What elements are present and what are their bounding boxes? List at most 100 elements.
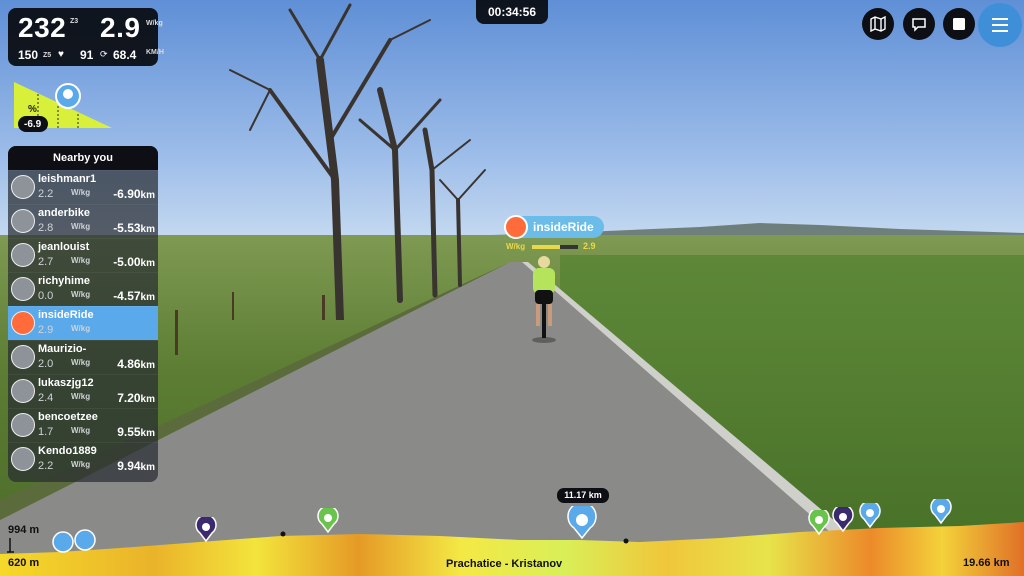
rider-wkg-unit: W/kg: [71, 392, 91, 401]
avatar: [11, 311, 35, 335]
rider-distance: 4.86km: [117, 357, 155, 371]
nearby-panel: Nearby you leishmanr1 2.2 W/kg -6.90km ander…: [8, 146, 158, 482]
nearby-row[interactable]: bencoetzee 1.7 W/kg 9.55km: [8, 408, 158, 442]
rider-wkg: 2.7: [38, 256, 54, 268]
current-rider-pin: [567, 506, 597, 540]
avatar: [11, 447, 35, 471]
avatar: [11, 413, 35, 437]
rider-distance: -4.57km: [113, 289, 155, 303]
rider-pin-green-2[interactable]: [808, 510, 830, 536]
rider-distance: 9.94km: [117, 459, 155, 473]
nearby-row[interactable]: lukaszjg12 2.4 W/kg 7.20km: [8, 374, 158, 408]
avatar: [11, 209, 35, 233]
trees: [229, 3, 486, 320]
rider-wkg-unit: W/kg: [71, 460, 91, 469]
rider-wkg: 2.2: [38, 188, 54, 200]
rider-wkg: 2.0: [38, 358, 54, 370]
rider-pin-green[interactable]: [317, 508, 339, 534]
nearby-row[interactable]: insideRide 2.9 W/kg: [8, 306, 158, 340]
hr-zone: Z5: [43, 52, 52, 59]
nearby-row[interactable]: richyhime 0.0 W/kg -4.57km: [8, 272, 158, 306]
rider-avatar: [504, 215, 528, 239]
max-elevation: 994 m: [8, 524, 40, 536]
nearby-title: Nearby you: [8, 146, 158, 170]
avatar: [11, 243, 35, 267]
speed-unit: KM/H: [146, 49, 164, 56]
rider-name: jeanlouist: [38, 241, 90, 253]
route-total-distance: 19.66 km: [963, 557, 1010, 569]
nearby-row[interactable]: leishmanr1 2.2 W/kg -6.90km: [8, 170, 158, 204]
rider-wkg: 2.9: [38, 324, 54, 336]
rider-name: richyhime: [38, 275, 90, 287]
current-distance: 11.17 km: [557, 488, 609, 503]
route-name: Prachatice - Kristanov: [446, 558, 563, 570]
rider-name: Maurizio-: [38, 343, 87, 355]
wkg-unit: W/kg: [146, 20, 163, 27]
min-elevation: 620 m: [8, 557, 40, 569]
cadence-value: 91: [80, 48, 94, 62]
rider-wkg-unit: W/kg: [71, 256, 91, 265]
rider-wkg: 0.0: [38, 290, 54, 302]
rider-wkg-unit: W/kg: [71, 426, 91, 435]
menu-button[interactable]: [978, 3, 1022, 47]
rider-name: bencoetzee: [38, 411, 98, 423]
rider-distance: -5.53km: [113, 221, 155, 235]
rider-pin-blue-2[interactable]: [930, 499, 952, 525]
rider-distance: 7.20km: [117, 391, 155, 405]
rider-wkg-unit: W/kg: [71, 188, 91, 197]
rider-tag: insideRide: [504, 215, 604, 239]
power-value: 232: [18, 12, 67, 43]
menu-icon: [992, 18, 1008, 32]
nearby-row[interactable]: Maurizio- 2.0 W/kg 4.86km: [8, 340, 158, 374]
power-zone: Z3: [70, 18, 79, 25]
wkg-value: 2.9: [100, 12, 141, 43]
rider-name: anderbike: [38, 207, 90, 219]
chat-button[interactable]: [903, 8, 935, 40]
ride-timer: 00:34:56: [476, 0, 548, 24]
rider-tag-name: insideRide: [533, 220, 594, 234]
cadence-icon: ⟳: [100, 49, 108, 59]
rider-pin-purple[interactable]: [195, 517, 217, 543]
rider-name: lukaszjg12: [38, 377, 94, 389]
rider-wkg: 2.8: [38, 222, 54, 234]
stats-panel: 232 Z3 2.9 W/kg 150 Z5 ♥ 91 ⟳ 68.4 KM/H: [8, 8, 164, 66]
stop-button[interactable]: [943, 8, 975, 40]
rider-tag-wkg-label: W/kg: [506, 242, 526, 251]
rider-distance: -6.90km: [113, 187, 155, 201]
avatar: [11, 277, 35, 301]
rider-wkg-unit: W/kg: [71, 358, 91, 367]
rider-wkg: 2.2: [38, 460, 54, 472]
rider-distance: -5.00km: [113, 255, 155, 269]
rider-wkg: 2.4: [38, 392, 54, 404]
rider-name: Kendo1889: [38, 445, 97, 457]
heart-rate-value: 150: [18, 48, 39, 62]
chat-icon: [912, 18, 926, 32]
map-icon: [870, 16, 886, 32]
gradient-value: -6.9: [24, 119, 42, 130]
avatar: [11, 379, 35, 403]
rider-wkg: 1.7: [38, 426, 54, 438]
avatar: [11, 175, 35, 199]
rider-distance: 9.55km: [117, 425, 155, 439]
rider-wkg-unit: W/kg: [71, 324, 91, 333]
rider-wkg-unit: W/kg: [71, 290, 91, 299]
rider-pin-blue[interactable]: [859, 503, 881, 529]
nearby-row[interactable]: jeanlouist 2.7 W/kg -5.00km: [8, 238, 158, 272]
rider-pin-icon: [74, 529, 96, 551]
rider-pin-icon: [52, 531, 74, 553]
rider-wkg-unit: W/kg: [71, 222, 91, 231]
rider-name: leishmanr1: [38, 173, 97, 185]
rider-pin-purple-2[interactable]: [832, 507, 854, 533]
speed-value: 68.4: [113, 48, 137, 62]
nearby-row[interactable]: anderbike 2.8 W/kg -5.53km: [8, 204, 158, 238]
nearby-row[interactable]: Kendo1889 2.2 W/kg 9.94km: [8, 442, 158, 476]
profile-rider-pins: [52, 529, 96, 553]
map-button[interactable]: [862, 8, 894, 40]
rider-name: insideRide: [38, 309, 94, 321]
gradient-percent-symbol: %: [28, 104, 37, 115]
heart-icon: ♥: [58, 49, 64, 60]
avatar: [11, 345, 35, 369]
rider-tag-wkg: 2.9: [583, 241, 596, 251]
stop-icon: [953, 18, 965, 30]
rider-tag-bar: [532, 245, 578, 249]
